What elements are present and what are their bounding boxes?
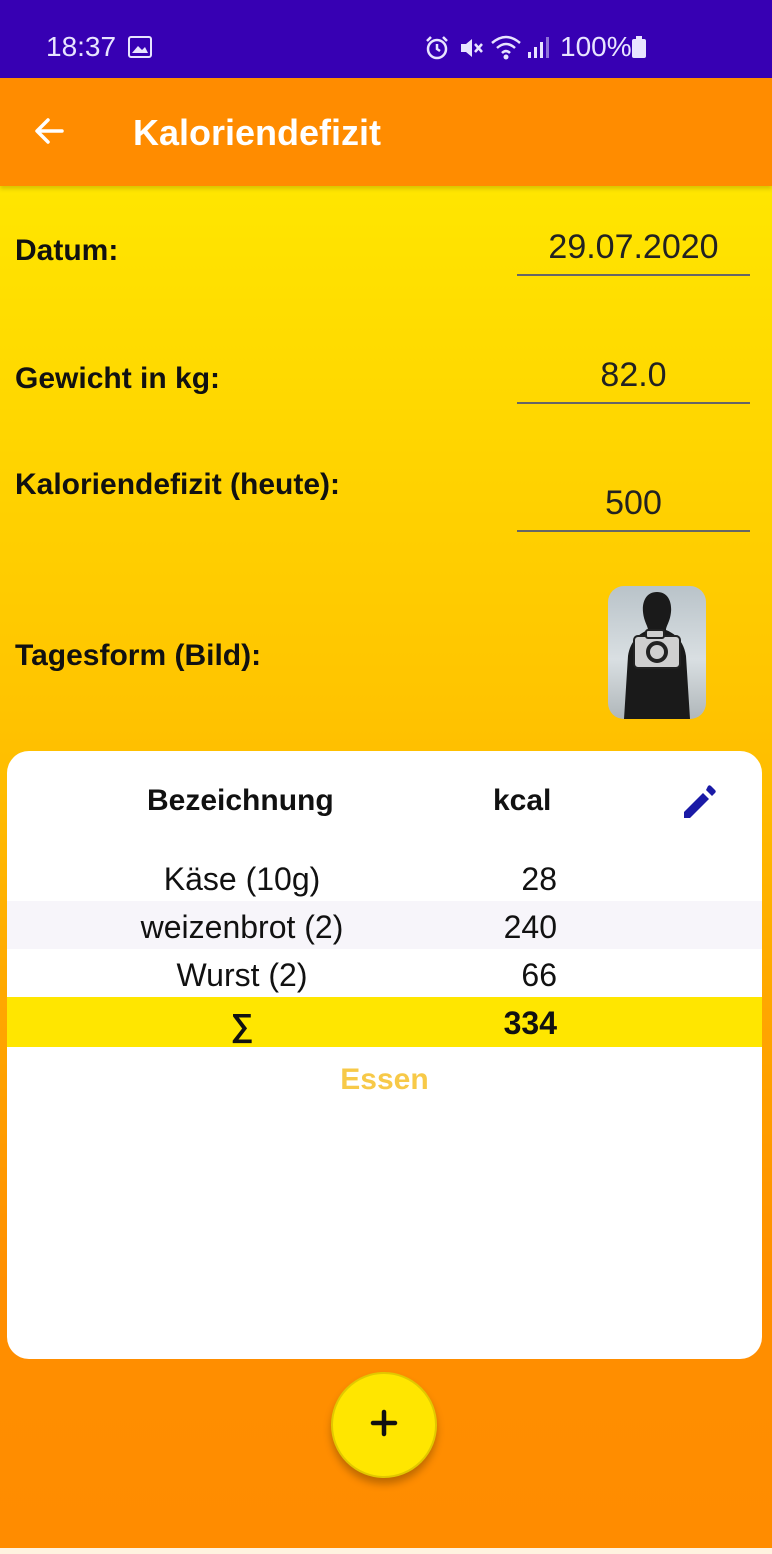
signal-icon (526, 36, 550, 65)
status-time: 18:37 (46, 31, 117, 62)
row-kcal: 66 (521, 957, 557, 993)
page-title: Kaloriendefizit (133, 112, 382, 153)
plus-icon (370, 1409, 398, 1442)
sum-row: ∑ 334 (7, 997, 762, 1047)
datum-label: Datum: (15, 234, 119, 267)
app-bar: Kaloriendefizit (0, 78, 772, 186)
mute-icon (458, 35, 484, 66)
row-name: Käse (10g) (163, 861, 321, 897)
food-card: Bezeichnung kcal Käse (10g) 28 weizenbro… (7, 751, 762, 1359)
column-header-kcal: kcal (493, 784, 552, 817)
battery-percent: 100% (560, 31, 632, 62)
battery-icon (632, 36, 646, 63)
pencil-icon[interactable] (679, 782, 719, 827)
column-header-name: Bezeichnung (147, 784, 334, 817)
camera-icon (633, 629, 681, 669)
datum-field[interactable]: 29.07.2020 (517, 228, 750, 276)
status-bar: 18:37 100% (0, 0, 772, 78)
main-content: Datum: 29.07.2020 Gewicht in kg: 82.0 Ka… (0, 186, 772, 1554)
wifi-icon (490, 33, 522, 66)
row-name: Wurst (2) (176, 957, 308, 993)
table-row[interactable]: Wurst (2) 66 (7, 949, 762, 997)
image-icon (128, 36, 152, 63)
essen-label: Essen (340, 1063, 429, 1096)
alarm-icon (424, 35, 450, 66)
defizit-field[interactable]: 500 (517, 484, 750, 532)
row-kcal: 240 (503, 909, 557, 945)
tagesform-photo[interactable] (608, 586, 706, 719)
row-name: weizenbrot (2) (140, 909, 344, 945)
gewicht-label: Gewicht in kg: (15, 362, 221, 395)
row-kcal: 28 (521, 861, 557, 897)
table-row[interactable]: Käse (10g) 28 (7, 853, 762, 901)
defizit-label: Kaloriendefizit (heute): (15, 468, 341, 501)
add-button[interactable] (331, 1372, 437, 1478)
table-row[interactable]: weizenbrot (2) 240 (7, 901, 762, 949)
tagesform-label: Tagesform (Bild): (15, 639, 262, 672)
sum-value: 334 (503, 1005, 557, 1041)
nav-divider (0, 1548, 772, 1554)
gewicht-field[interactable]: 82.0 (517, 356, 750, 404)
back-arrow-icon[interactable] (32, 114, 66, 153)
sum-symbol: ∑ (230, 1007, 254, 1043)
